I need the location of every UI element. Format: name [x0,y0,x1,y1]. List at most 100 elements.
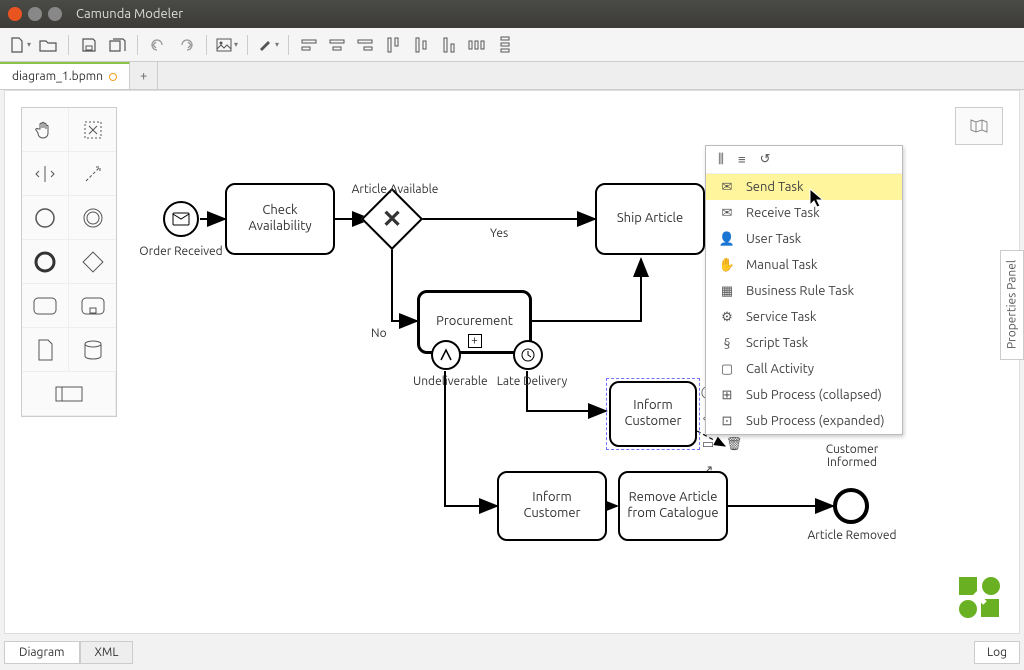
menu-item-script-task[interactable]: § Script Task [706,330,902,356]
flow-label-no: No [371,327,387,340]
menu-label: Sub Process (collapsed) [746,388,882,402]
distribute-h-button[interactable] [465,33,489,57]
window-title: Camunda Modeler [76,7,183,21]
subprocess-procurement[interactable]: Procurement + [417,290,532,354]
view-tab-diagram[interactable]: Diagram [4,641,80,664]
context-menu-header: ⫼ ≡ ↺ [706,146,902,174]
align-bottom-button[interactable] [437,33,461,57]
open-file-button[interactable] [36,33,60,57]
export-image-button[interactable]: ▾ [215,33,239,57]
tab-label: diagram_1.bpmn [12,70,103,83]
menu-item-call-activity[interactable]: ▢Call Activity [706,356,902,382]
start-event-order-received[interactable] [163,201,199,237]
palette-intermediate-event[interactable] [69,196,116,240]
boundary-undeliverable[interactable] [431,340,461,370]
menu-label: Call Activity [746,362,814,376]
palette-hand-tool[interactable] [22,108,69,152]
canvas-viewport[interactable]: Order Received Check Availability ✕ Arti… [4,90,1020,634]
title-bar: Camunda Modeler [0,0,1024,28]
color-button[interactable]: ▾ [256,33,280,57]
menu-item-receive-task[interactable]: ✉Receive Task [706,200,902,226]
view-tab-xml[interactable]: XML [80,641,134,664]
main-toolbar: ▾ ▾ ▾ [0,28,1024,62]
task-label: Ship Article [595,183,705,255]
menu-item-send-task[interactable]: ✉Send Task [706,174,902,200]
end-label-customer-informed: Customer Informed [823,443,881,469]
minimize-icon[interactable] [28,7,42,21]
task-inform-customer-2[interactable]: Inform Customer [497,471,607,541]
palette-subprocess[interactable] [69,284,116,328]
align-center-h-button[interactable] [325,33,349,57]
undo-button[interactable] [146,33,170,57]
separator [288,35,289,55]
start-event-label: Order Received [139,245,223,258]
boundary-label-late-delivery: Late Delivery [493,375,571,388]
separator [206,35,207,55]
end-event-article-removed[interactable] [833,488,869,524]
menu-item-manual-task[interactable]: ✋ Manual Task [706,252,902,278]
menu-item-business-rule-task[interactable]: ▦ Business Rule Task [706,278,902,304]
palette-lasso-tool[interactable] [69,108,116,152]
gateway-label: Article Available [345,183,445,196]
menu-label: User Task [746,232,801,246]
maximize-icon[interactable] [48,7,62,21]
save-all-button[interactable] [105,33,129,57]
subprocess-collapsed-icon: ⊞ [718,387,736,403]
palette-gateway[interactable] [69,240,116,284]
gateway-article-available[interactable]: ✕ [370,197,414,241]
pad-delete-icon[interactable]: 🗑 [723,433,745,455]
menu-item-subprocess-collapsed[interactable]: ⊞ Sub Process (collapsed) [706,382,902,408]
tab-diagram1[interactable]: diagram_1.bpmn [0,62,130,89]
filter-list-icon[interactable]: ≡ [738,152,746,167]
menu-item-service-task[interactable]: ⚙Service Task [706,304,902,330]
palette-participant[interactable] [22,372,116,416]
save-button[interactable] [77,33,101,57]
add-tab-button[interactable]: + [130,62,158,89]
palette-data-object[interactable] [22,328,69,372]
menu-item-subprocess-expanded[interactable]: ⊡Sub Process (expanded) [706,408,902,434]
distribute-v-button[interactable] [493,33,517,57]
task-inform-customer-1[interactable]: Inform Customer [606,378,700,450]
palette-start-event[interactable] [22,196,69,240]
align-right-button[interactable] [353,33,377,57]
tool-palette [21,107,117,417]
pad-append-task-icon[interactable]: ▭ [697,433,719,455]
menu-label: Send Task [746,180,804,194]
menu-item-user-task[interactable]: 👤 User Task [706,226,902,252]
filter-parallel-icon[interactable]: ⫼ [718,152,724,167]
task-ship-article[interactable]: Ship Article [595,183,705,255]
task-label: Inform Customer [497,471,607,541]
align-left-button[interactable] [297,33,321,57]
boundary-label-undeliverable: Undeliverable [413,375,487,388]
align-top-button[interactable] [381,33,405,57]
business-rule-icon: ▦ [718,283,736,299]
boundary-late-delivery[interactable] [513,340,543,370]
minimap-toggle[interactable] [955,107,1003,145]
filter-loop-icon[interactable]: ↺ [760,152,771,167]
menu-label: Script Task [746,336,808,350]
file-tabs: diagram_1.bpmn + [0,62,1024,90]
properties-panel-toggle[interactable]: Properties Panel [1000,250,1024,360]
palette-data-store[interactable] [69,328,116,372]
task-remove-article[interactable]: Remove Article from Catalogue [618,471,728,541]
palette-space-tool[interactable] [22,152,69,196]
palette-end-event[interactable] [22,240,69,284]
menu-label: Business Rule Task [746,284,854,298]
user-task-icon: 👤 [718,231,736,247]
dirty-indicator-icon [109,73,117,81]
log-button[interactable]: Log [974,641,1020,664]
menu-label: Manual Task [746,258,818,272]
redo-button[interactable] [174,33,198,57]
close-icon[interactable] [8,7,22,21]
palette-connect-tool[interactable] [69,152,116,196]
expand-marker-icon: + [468,334,482,348]
palette-task[interactable] [22,284,69,328]
task-check-availability[interactable]: Check Availability [225,183,335,255]
manual-task-icon: ✋ [718,257,736,273]
new-file-button[interactable]: ▾ [8,33,32,57]
separator [68,35,69,55]
align-middle-v-button[interactable] [409,33,433,57]
flow-label-yes: Yes [490,227,508,240]
script-task-icon: § [718,335,736,351]
end-label-article-removed: Article Removed [807,529,897,542]
